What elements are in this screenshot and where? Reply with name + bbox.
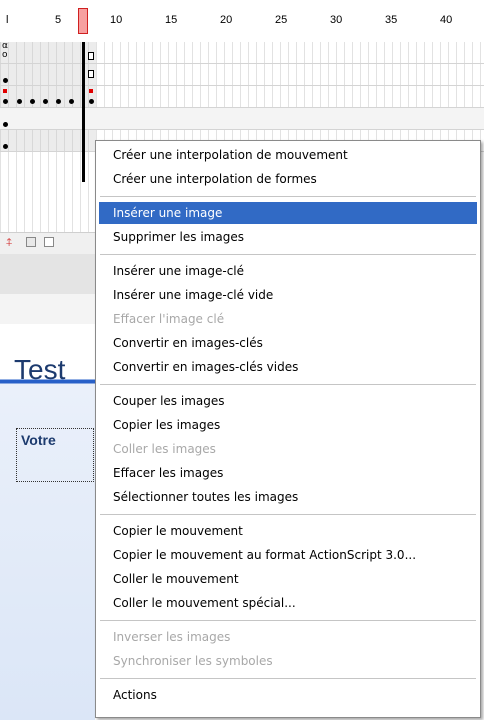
menu-item[interactable]: Coller le mouvement spécial... xyxy=(99,592,477,614)
keyframe-dot-icon xyxy=(3,78,8,83)
timeline-ruler[interactable]: l 5 10 15 20 25 30 35 40 xyxy=(0,0,484,43)
keyframe-dot-icon xyxy=(3,122,8,127)
keyframe-dot-icon xyxy=(3,144,8,149)
menu-separator xyxy=(100,254,476,255)
panel-divider xyxy=(0,254,95,294)
ruler-label: 15 xyxy=(165,14,178,26)
keyframe-dot-icon xyxy=(3,99,8,104)
menu-item[interactable]: Copier les images xyxy=(99,414,477,436)
label-flag-icon xyxy=(89,89,93,93)
menu-item[interactable]: Actions xyxy=(99,684,477,706)
menu-item[interactable]: Insérer une image-clé vide xyxy=(99,284,477,306)
menu-item[interactable]: Copier le mouvement au format ActionScri… xyxy=(99,544,477,566)
keyframe-dot-icon xyxy=(69,99,74,104)
menu-item[interactable]: Créer une interpolation de formes xyxy=(99,168,477,190)
timeline-toolbar: ⍏ xyxy=(0,232,95,255)
layer-row[interactable] xyxy=(0,64,484,86)
empty-keyframe-icon xyxy=(88,70,94,78)
menu-item: Effacer l'image clé xyxy=(113,312,225,326)
context-menu: Créer une interpolation de mouvement Crée… xyxy=(95,140,481,718)
label-flag-icon xyxy=(3,89,7,93)
menu-separator xyxy=(100,514,476,515)
menu-item[interactable]: Sélectionner toutes les images xyxy=(99,486,477,508)
stage-text: Votre xyxy=(21,432,56,448)
layer-row[interactable]: αo xyxy=(0,42,484,64)
keyframe-dot-icon xyxy=(56,99,61,104)
menu-item[interactable]: Copier le mouvement xyxy=(99,520,477,542)
ruler-label: 20 xyxy=(220,14,233,26)
panel-spacer xyxy=(0,294,95,324)
menu-item[interactable]: Supprimer les images xyxy=(99,226,477,248)
menu-item[interactable]: Convertir en images-clés xyxy=(99,332,477,354)
ruler-label: 5 xyxy=(55,14,62,26)
ruler-label: 30 xyxy=(330,14,343,26)
keyframe-dot-icon xyxy=(17,99,22,104)
layer-row[interactable] xyxy=(0,108,484,130)
menu-item: Synchroniser les symboles xyxy=(113,654,273,668)
ruler-label: 10 xyxy=(110,14,123,26)
menu-separator xyxy=(100,678,476,679)
action-icon: αo xyxy=(2,41,8,60)
menu-item[interactable]: Insérer une image-clé xyxy=(99,260,477,282)
menu-item: Coller les images xyxy=(113,442,216,456)
keyframe-dot-icon xyxy=(43,99,48,104)
menu-item[interactable]: Convertir en images-clés vides xyxy=(99,356,477,378)
menu-separator xyxy=(100,196,476,197)
layer-row[interactable] xyxy=(0,86,484,108)
ruler-label: 35 xyxy=(385,14,398,26)
menu-item[interactable]: Effacer les images xyxy=(99,462,477,484)
keyframe-dot-icon xyxy=(30,99,35,104)
onion-outline-icon[interactable] xyxy=(44,237,54,247)
keyframe-dot-icon xyxy=(89,99,94,104)
center-frame-icon[interactable]: ⍏ xyxy=(6,236,13,250)
menu-item[interactable]: Couper les images xyxy=(99,390,477,412)
ruler-label: l xyxy=(6,14,9,26)
menu-item[interactable]: Créer une interpolation de mouvement xyxy=(99,144,477,166)
stage-title: Test xyxy=(14,354,66,385)
playhead-line xyxy=(82,42,85,182)
empty-keyframe-icon xyxy=(88,52,94,60)
menu-item[interactable]: Insérer une image xyxy=(99,202,477,224)
menu-item: Inverser les images xyxy=(113,630,231,644)
menu-item[interactable]: Coller le mouvement xyxy=(99,568,477,590)
onion-skin-icon[interactable] xyxy=(26,237,36,247)
menu-separator xyxy=(100,384,476,385)
ruler-label: 40 xyxy=(440,14,453,26)
playhead[interactable] xyxy=(78,8,88,34)
menu-separator xyxy=(100,620,476,621)
ruler-label: 25 xyxy=(275,14,288,26)
